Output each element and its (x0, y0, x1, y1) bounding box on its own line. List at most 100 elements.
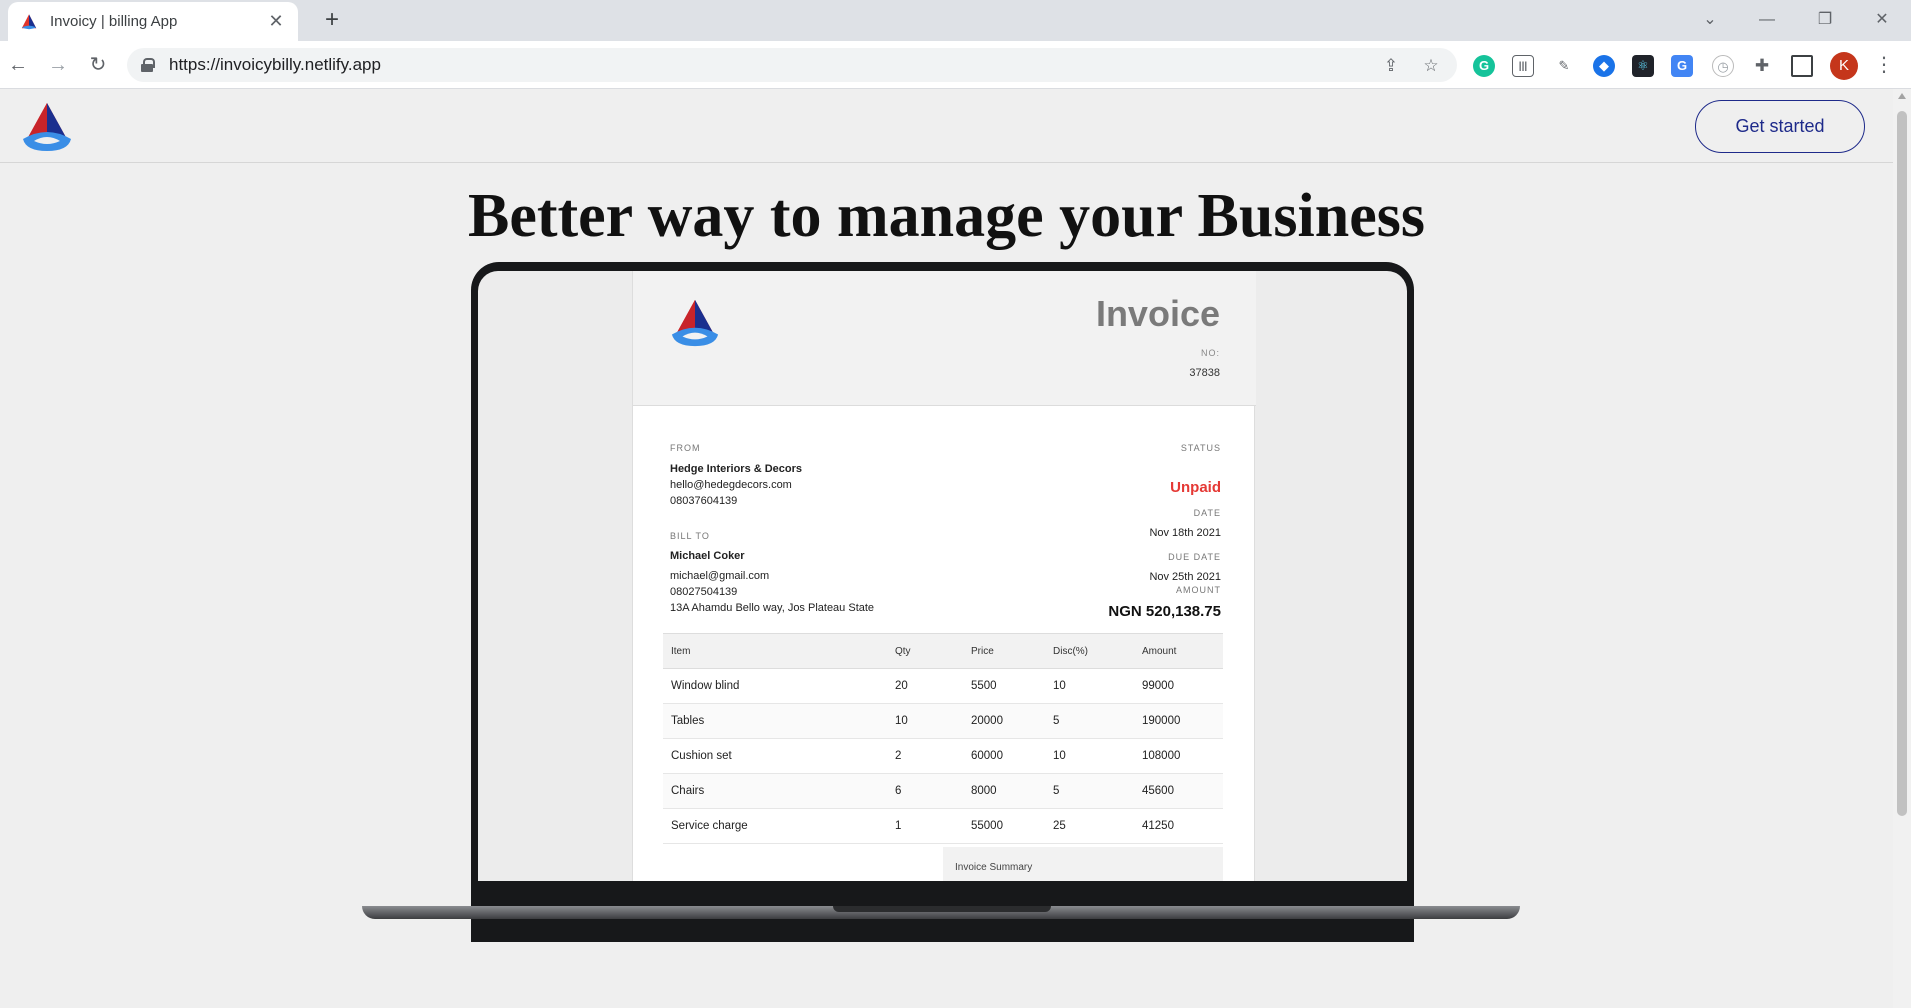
table-row: Window blind 20 5500 10 99000 (663, 668, 1223, 704)
invoice-summary-label: Invoice Summary (955, 862, 1033, 873)
share-icon[interactable]: ⇪ (1381, 56, 1401, 76)
react-devtools-icon[interactable]: ⚛ (1632, 55, 1654, 77)
tab-close-icon[interactable]: ✕ (266, 11, 286, 32)
window-close-button[interactable]: ✕ (1867, 6, 1897, 34)
scroll-up-arrow-icon[interactable] (1898, 93, 1906, 99)
kebab-menu-icon[interactable]: ⋮ (1870, 51, 1898, 79)
sidebar-toggle-icon[interactable] (1791, 55, 1813, 77)
table-row: Service charge 1 55000 25 41250 (663, 808, 1223, 844)
hero-title: Better way to manage your Business (468, 182, 1425, 250)
item-qty: 10 (887, 703, 963, 739)
from-name: Hedge Interiors & Decors (670, 463, 803, 475)
page-scrollbar[interactable] (1893, 89, 1911, 1008)
invoice-number: 37838 (1189, 367, 1220, 379)
blue-drop-extension-icon[interactable]: ◆ (1593, 55, 1615, 77)
item-name: Chairs (663, 773, 887, 809)
item-qty: 6 (887, 773, 963, 809)
app-logo-icon (21, 13, 37, 29)
tab-title: Invoicy | billing App (50, 13, 178, 30)
item-price: 5500 (963, 668, 1045, 704)
invoice-header: Invoice NO: 37838 (633, 271, 1256, 406)
status-badge: Unpaid (1170, 479, 1221, 496)
table-header-row: Item Qty Price Disc(%) Amount (663, 633, 1223, 669)
item-amount: 190000 (1134, 703, 1223, 739)
scrollbar-thumb[interactable] (1897, 111, 1907, 816)
bill-to-label: BILL TO (670, 531, 710, 541)
invoice-logo-icon (671, 299, 719, 347)
restore-button[interactable]: ❐ (1810, 6, 1840, 34)
invoice-title: Invoice (1095, 293, 1220, 334)
brand-logo-icon[interactable] (20, 101, 74, 153)
item-discount: 10 (1045, 668, 1134, 704)
browser-tab[interactable]: Invoicy | billing App ✕ (8, 2, 298, 41)
barcode-extension-icon[interactable]: ||| (1512, 55, 1534, 77)
back-arrow-icon[interactable]: ← (4, 51, 32, 79)
item-name: Service charge (663, 808, 887, 844)
bill-to-address: 13A Ahamdu Bello way, Jos Plateau State (670, 602, 875, 614)
reload-icon[interactable]: ↻ (84, 51, 112, 79)
minimize-button[interactable]: — (1752, 6, 1782, 34)
translate-extension-icon[interactable]: G (1671, 55, 1693, 77)
puzzle-extensions-icon[interactable]: ✚ (1751, 55, 1773, 77)
item-qty: 20 (887, 668, 963, 704)
bill-to-phone: 08027504139 (670, 586, 738, 598)
bookmark-star-icon[interactable]: ☆ (1421, 56, 1441, 76)
item-name: Tables (663, 703, 887, 739)
item-qty: 1 (887, 808, 963, 844)
item-discount: 10 (1045, 738, 1134, 774)
item-discount: 5 (1045, 703, 1134, 739)
item-amount: 108000 (1134, 738, 1223, 774)
laptop-notch (833, 906, 1051, 912)
get-started-button[interactable]: Get started (1695, 100, 1865, 153)
column-header: Disc(%) (1045, 633, 1134, 669)
amount-total: NGN 520,138.75 (1108, 603, 1221, 620)
item-qty: 2 (887, 738, 963, 774)
bill-to-name: Michael Coker (670, 550, 745, 562)
eyedropper-extension-icon[interactable]: ✎ (1553, 55, 1575, 77)
item-amount: 45600 (1134, 773, 1223, 809)
from-email: hello@hedegdecors.com (670, 479, 792, 491)
due-date-label: DUE DATE (1168, 552, 1221, 562)
invoice-date: Nov 18th 2021 (1149, 527, 1221, 539)
invoice-preview: Invoice NO: 37838 FROM Hedge Interiors &… (632, 271, 1256, 881)
laptop-screen: Invoice NO: 37838 FROM Hedge Interiors &… (478, 271, 1407, 881)
item-discount: 5 (1045, 773, 1134, 809)
item-amount: 99000 (1134, 668, 1223, 704)
browser-toolbar: ← → ↻ https://invoicybilly.netlify.app ⇪… (0, 41, 1911, 89)
new-tab-button[interactable]: + (318, 6, 346, 34)
due-date: Nov 25th 2021 (1149, 571, 1221, 583)
invoice-items-table: Item Qty Price Disc(%) Amount Window bli… (663, 633, 1223, 844)
column-header: Amount (1134, 633, 1223, 669)
tab-search-icon[interactable]: ⌄ (1695, 6, 1725, 34)
item-price: 20000 (963, 703, 1045, 739)
lock-icon (141, 58, 155, 72)
bill-to-email: michael@gmail.com (670, 570, 770, 582)
table-row: Chairs 6 8000 5 45600 (663, 773, 1223, 809)
date-label: DATE (1193, 508, 1221, 518)
column-header: Price (963, 633, 1045, 669)
address-bar[interactable]: https://invoicybilly.netlify.app ⇪ ☆ (127, 48, 1457, 82)
status-label: STATUS (1180, 443, 1221, 453)
browser-tab-bar: Invoicy | billing App ✕ + ⌄ — ❐ ✕ (0, 0, 1911, 41)
item-price: 60000 (963, 738, 1045, 774)
table-row: Cushion set 2 60000 10 108000 (663, 738, 1223, 774)
item-discount: 25 (1045, 808, 1134, 844)
timer-extension-icon[interactable]: ◷ (1712, 55, 1734, 77)
grammarly-extension-icon[interactable]: G (1473, 55, 1495, 77)
url-text[interactable]: https://invoicybilly.netlify.app (169, 55, 381, 75)
invoice-number-label: NO: (1200, 348, 1220, 358)
item-name: Window blind (663, 668, 887, 704)
forward-arrow-icon[interactable]: → (44, 51, 72, 79)
item-price: 55000 (963, 808, 1045, 844)
column-header: Qty (887, 633, 963, 669)
column-header: Item (663, 633, 887, 669)
site-navbar: Get started (0, 89, 1893, 163)
item-amount: 41250 (1134, 808, 1223, 844)
item-price: 8000 (963, 773, 1045, 809)
table-row: Tables 10 20000 5 190000 (663, 703, 1223, 739)
from-phone: 08037604139 (670, 495, 738, 507)
amount-label: AMOUNT (1176, 585, 1221, 595)
profile-avatar[interactable]: K (1830, 52, 1858, 80)
invoice-summary-panel: Invoice Summary (943, 847, 1223, 881)
item-name: Cushion set (663, 738, 887, 774)
